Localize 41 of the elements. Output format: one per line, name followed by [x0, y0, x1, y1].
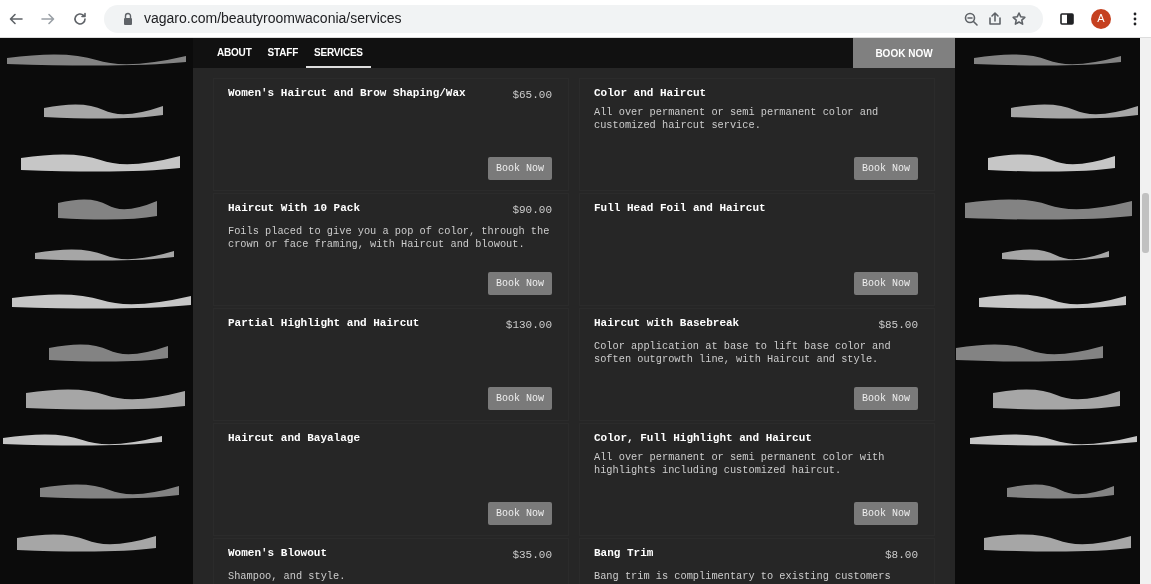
- service-name: Haircut With 10 Pack: [228, 202, 361, 216]
- nav-tab[interactable]: ABOUT: [209, 38, 260, 68]
- book-now-button[interactable]: Book Now: [488, 387, 552, 410]
- service-name: Women's Haircut and Brow Shaping/Wax: [228, 87, 466, 101]
- service-name: Full Head Foil and Haircut: [594, 202, 766, 215]
- nav-tab[interactable]: STAFF: [259, 38, 307, 68]
- reload-icon[interactable]: [72, 10, 88, 27]
- book-now-button[interactable]: Book Now: [854, 387, 918, 410]
- service-description: Shampoo, and style.: [228, 569, 347, 583]
- service-name: Color and Haircut: [594, 87, 707, 100]
- service-price: $8.00: [885, 548, 918, 563]
- book-now-button[interactable]: Book Now: [854, 272, 918, 295]
- service-price: $130.00: [505, 318, 552, 333]
- service-description: All over permanent or semi permanent color and customized haircut service.: [594, 106, 880, 132]
- service-name: Partial Highlight and Haircut: [228, 317, 420, 331]
- star-icon[interactable]: [1011, 10, 1027, 27]
- service-description: Color application at base to lift base color and soften outgrowth line, with Haircut and style.: [594, 339, 892, 366]
- service-name: Haircut and Bayalage: [228, 432, 361, 445]
- book-now-button[interactable]: Book Now: [488, 502, 552, 525]
- profile-avatar[interactable]: A: [1091, 8, 1111, 29]
- nav-tab[interactable]: SERVICES: [306, 38, 371, 68]
- service-price: $65.00: [512, 88, 552, 103]
- scrollbar[interactable]: [1140, 38, 1151, 584]
- book-now-button[interactable]: Book Now: [488, 272, 552, 295]
- book-now-button[interactable]: Book Now: [488, 157, 552, 180]
- service-price: $85.00: [878, 318, 918, 333]
- book-now-button[interactable]: Book Now: [854, 502, 918, 525]
- service-price: $35.00: [512, 548, 552, 563]
- service-price: $90.00: [512, 203, 552, 218]
- zoom-icon[interactable]: [963, 10, 979, 27]
- sidebar-icon[interactable]: [1059, 10, 1075, 27]
- share-icon[interactable]: [987, 10, 1003, 27]
- book-now-button[interactable]: BOOK NOW: [853, 38, 955, 68]
- service-name: Bang Trim: [594, 547, 654, 561]
- service-description: All over permanent or semi permanent color with highlights including customized haircut.: [594, 451, 886, 477]
- service-name: Women's Blowout: [228, 547, 328, 561]
- book-now-button[interactable]: Book Now: [854, 157, 918, 180]
- service-description: Foils placed to give you a pop of color, through the crown or face framing, with Haircut and blowout.: [228, 224, 551, 251]
- service-name: Color, Full Highlight and Haircut: [594, 432, 812, 445]
- service-description: Bang trim is complimentary to existing customers: [594, 569, 892, 583]
- service-name: Haircut with Basebreak: [594, 317, 740, 331]
